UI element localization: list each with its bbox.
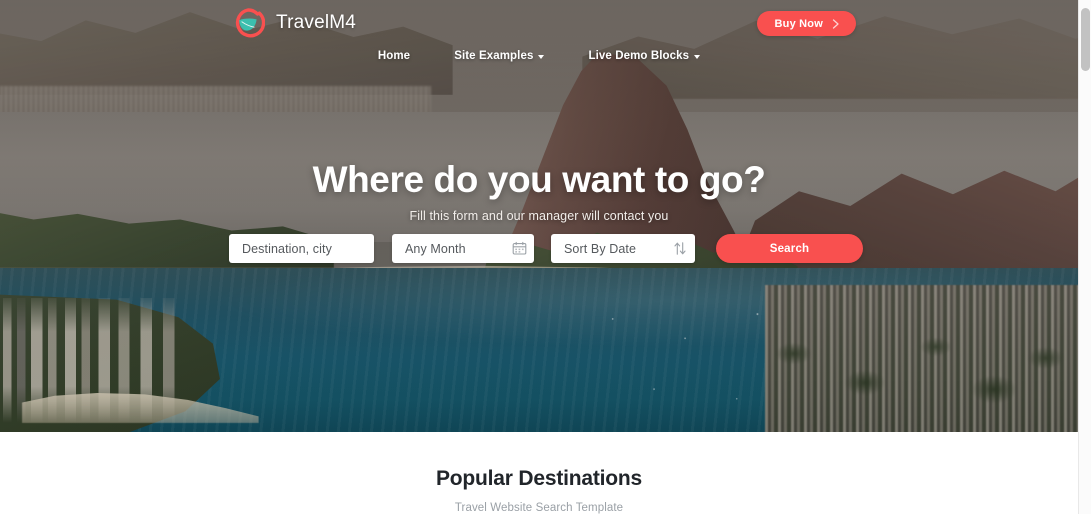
nav-label-site-examples: Site Examples bbox=[454, 50, 534, 62]
nav-label-home: Home bbox=[377, 50, 411, 62]
scrollbar-thumb[interactable] bbox=[1081, 8, 1090, 71]
buy-now-button[interactable]: Buy Now bbox=[756, 11, 856, 36]
hero-title: Where do you want to go? bbox=[312, 159, 766, 200]
chevron-down-icon bbox=[694, 55, 701, 59]
brand-logo[interactable]: TravelM4 bbox=[231, 6, 356, 40]
brand-name: TravelM4 bbox=[276, 12, 357, 33]
top-bar: TravelM4 Buy Now bbox=[0, 0, 1078, 46]
sort-value: Sort By Date bbox=[564, 241, 637, 256]
nav-item-live-demo-blocks[interactable]: Live Demo Blocks bbox=[588, 50, 701, 62]
nav-item-site-examples[interactable]: Site Examples bbox=[454, 50, 545, 62]
section-subtitle: Travel Website Search Template bbox=[454, 502, 624, 514]
popular-destinations-section: Popular Destinations Travel Website Sear… bbox=[0, 432, 1078, 514]
main-navigation: Home Site Examples Live Demo Blocks bbox=[0, 50, 1078, 62]
nav-label-live-demo-blocks: Live Demo Blocks bbox=[588, 50, 690, 62]
search-form: Any Month Sort By Date bbox=[229, 234, 863, 263]
page-root: TravelM4 Buy Now Home Site Examples Live… bbox=[0, 0, 1091, 514]
month-value: Any Month bbox=[405, 241, 466, 256]
section-title: Popular Destinations bbox=[435, 467, 643, 490]
leaf-in-circle-logo-icon bbox=[231, 6, 266, 40]
hero-content: Where do you want to go? Fill this form … bbox=[0, 159, 1078, 223]
destination-field[interactable] bbox=[229, 234, 425, 263]
hero-subtitle: Fill this form and our manager will cont… bbox=[409, 208, 669, 223]
vertical-scrollbar[interactable] bbox=[1078, 0, 1091, 514]
destination-input[interactable] bbox=[229, 241, 403, 256]
nav-item-home[interactable]: Home bbox=[378, 50, 410, 62]
sort-arrows-icon[interactable] bbox=[665, 241, 695, 256]
search-submit-button[interactable]: Search bbox=[716, 234, 863, 263]
sort-field[interactable]: Sort By Date bbox=[551, 234, 695, 263]
calendar-icon[interactable] bbox=[504, 241, 534, 256]
chevron-down-icon bbox=[538, 55, 545, 59]
chevron-right-icon bbox=[832, 18, 840, 29]
buy-now-label: Buy Now bbox=[774, 17, 823, 30]
month-field[interactable]: Any Month bbox=[392, 234, 534, 263]
